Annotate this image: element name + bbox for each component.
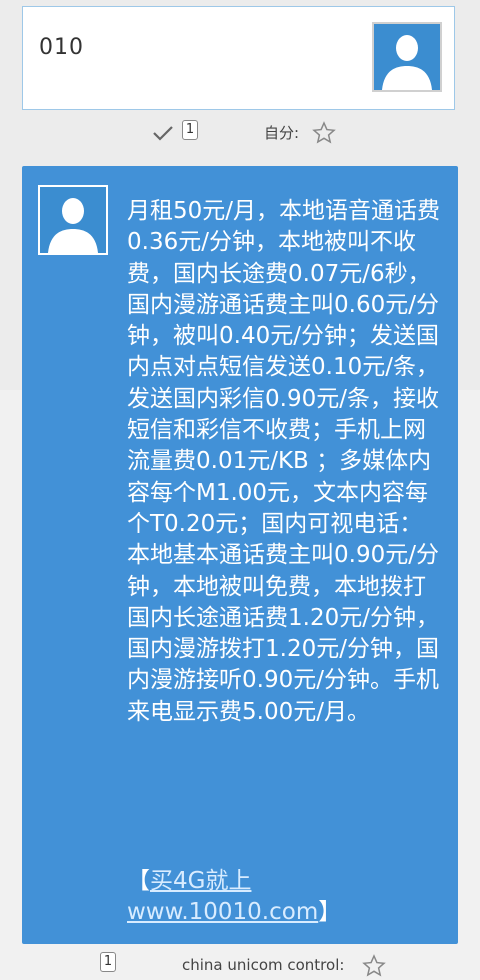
link-open-bracket: 【 <box>127 868 150 894</box>
received-message-text: 月租50元/月，本地语音通话费0.36元/分钟，本地被叫不收费，国内长途费0.0… <box>127 198 441 725</box>
sent-sender-label: 自分: <box>264 124 300 142</box>
star-icon[interactable] <box>312 121 336 145</box>
link-close-bracket: 】 <box>318 899 342 925</box>
sent-message-text: 010 <box>39 35 84 60</box>
website-link[interactable]: 买4G就上www.10010.com <box>127 868 318 925</box>
sender-avatar-icon[interactable] <box>38 185 108 255</box>
sent-count-badge: 1 <box>182 120 198 140</box>
sent-message-bubble[interactable]: 010 <box>22 6 455 110</box>
message-link-line: 【买4G就上www.10010.com】 <box>127 866 387 928</box>
star-icon[interactable] <box>362 954 386 978</box>
received-message-bubble[interactable]: 月租50元/月，本地语音通话费0.36元/分钟，本地被叫不收费，国内长途费0.0… <box>22 166 458 944</box>
received-sender-label: china unicom control: <box>182 956 345 974</box>
received-count-badge: 1 <box>100 952 116 972</box>
checkmark-icon <box>153 126 173 141</box>
user-avatar-icon[interactable] <box>372 22 442 92</box>
